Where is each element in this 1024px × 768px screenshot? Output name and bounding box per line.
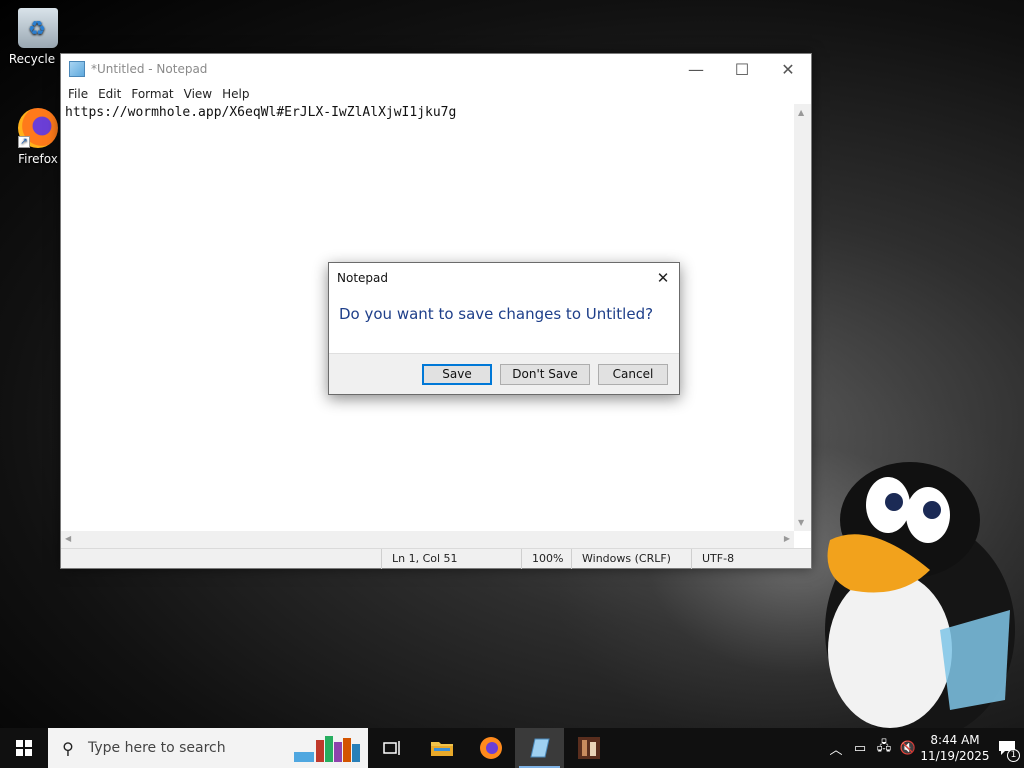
dont-save-button[interactable]: Don't Save <box>500 364 590 385</box>
status-line-ending: Windows (CRLF) <box>571 549 691 569</box>
menu-file[interactable]: File <box>63 87 93 101</box>
scroll-right-icon[interactable]: ▶ <box>784 534 790 543</box>
maximize-icon: ☐ <box>734 59 750 79</box>
windows-logo-icon <box>16 740 32 756</box>
status-bar: Ln 1, Col 51 100% Windows (CRLF) UTF-8 <box>61 548 811 569</box>
notepad-titlebar[interactable]: *Untitled - Notepad — ☐ ✕ <box>61 54 811 84</box>
close-button[interactable]: ✕ <box>765 54 811 84</box>
volume-muted-icon[interactable]: 🔇 <box>896 741 920 756</box>
taskbar-file-explorer[interactable] <box>417 728 466 768</box>
status-spacer <box>61 549 381 568</box>
menu-edit[interactable]: Edit <box>93 87 126 101</box>
save-changes-dialog[interactable]: Notepad ✕ Do you want to save changes to… <box>328 262 680 395</box>
notepad-icon <box>529 738 550 758</box>
notepad-icon <box>69 61 85 77</box>
search-highlight-icon <box>294 736 360 762</box>
dialog-button-bar: Save Don't Save Cancel <box>329 353 679 394</box>
scroll-up-icon[interactable]: ▲ <box>798 108 804 117</box>
horizontal-scrollbar[interactable]: ◀ ▶ <box>61 531 794 548</box>
network-icon[interactable]: 🖧 <box>872 737 896 759</box>
notification-count-badge: 1 <box>1007 749 1020 762</box>
taskbar-firefox[interactable] <box>466 728 515 768</box>
status-position: Ln 1, Col 51 <box>381 549 521 569</box>
firefox-icon: ↗ <box>18 108 58 148</box>
meet-now-icon[interactable]: ▭ <box>848 741 872 756</box>
dialog-message: Do you want to save changes to Untitled? <box>339 305 654 323</box>
search-icon: ⚲ <box>62 738 74 758</box>
menu-format[interactable]: Format <box>126 87 178 101</box>
taskbar-media-app[interactable] <box>564 728 613 768</box>
status-encoding: UTF-8 <box>691 549 811 569</box>
recycle-bin-icon <box>18 8 58 48</box>
minimize-button[interactable]: — <box>673 54 719 84</box>
save-button[interactable]: Save <box>422 364 492 385</box>
search-box[interactable]: ⚲ Type here to search <box>48 728 368 768</box>
menu-help[interactable]: Help <box>217 87 254 101</box>
clock-date: 11/19/2025 <box>920 749 990 763</box>
scroll-left-icon[interactable]: ◀ <box>65 534 71 543</box>
taskbar-notepad[interactable] <box>515 728 564 768</box>
clock[interactable]: 8:44 AM 11/19/2025 <box>920 732 990 764</box>
menubar: File Edit Format View Help <box>61 84 811 104</box>
close-icon: ✕ <box>781 59 795 79</box>
cancel-button[interactable]: Cancel <box>598 364 668 385</box>
menu-view[interactable]: View <box>179 87 217 101</box>
clock-time: 8:44 AM <box>930 733 980 747</box>
window-title: *Untitled - Notepad <box>91 62 208 76</box>
shortcut-arrow-icon: ↗ <box>18 136 30 148</box>
task-view-button[interactable] <box>368 728 417 768</box>
media-app-icon <box>577 737 600 759</box>
firefox-icon <box>479 737 502 759</box>
action-center-button[interactable]: 1 <box>990 728 1024 768</box>
status-zoom: 100% <box>521 549 571 569</box>
start-button[interactable] <box>0 728 48 768</box>
maximize-button[interactable]: ☐ <box>719 54 765 84</box>
desktop-icon-label: Firefox <box>18 152 58 166</box>
task-view-icon <box>382 741 400 755</box>
minimize-icon: — <box>688 59 704 79</box>
dialog-title: Notepad <box>337 271 388 285</box>
scroll-down-icon[interactable]: ▼ <box>798 518 804 527</box>
show-hidden-icons-chevron-icon[interactable]: ︿ <box>824 739 848 758</box>
system-tray: ︿ ▭ 🖧 🔇 8:44 AM 11/19/2025 1 <box>824 728 1024 768</box>
file-explorer-icon <box>430 742 453 756</box>
dialog-close-button[interactable]: ✕ <box>647 263 679 293</box>
vertical-scrollbar[interactable]: ▲ ▼ <box>794 104 811 531</box>
desktop-icon-label: Recycle B <box>8 52 68 66</box>
close-icon: ✕ <box>656 269 670 287</box>
search-placeholder: Type here to search <box>88 740 226 756</box>
taskbar: ⚲ Type here to search ︿ ▭ 🖧 🔇 8:44 AM 11… <box>0 728 1024 768</box>
